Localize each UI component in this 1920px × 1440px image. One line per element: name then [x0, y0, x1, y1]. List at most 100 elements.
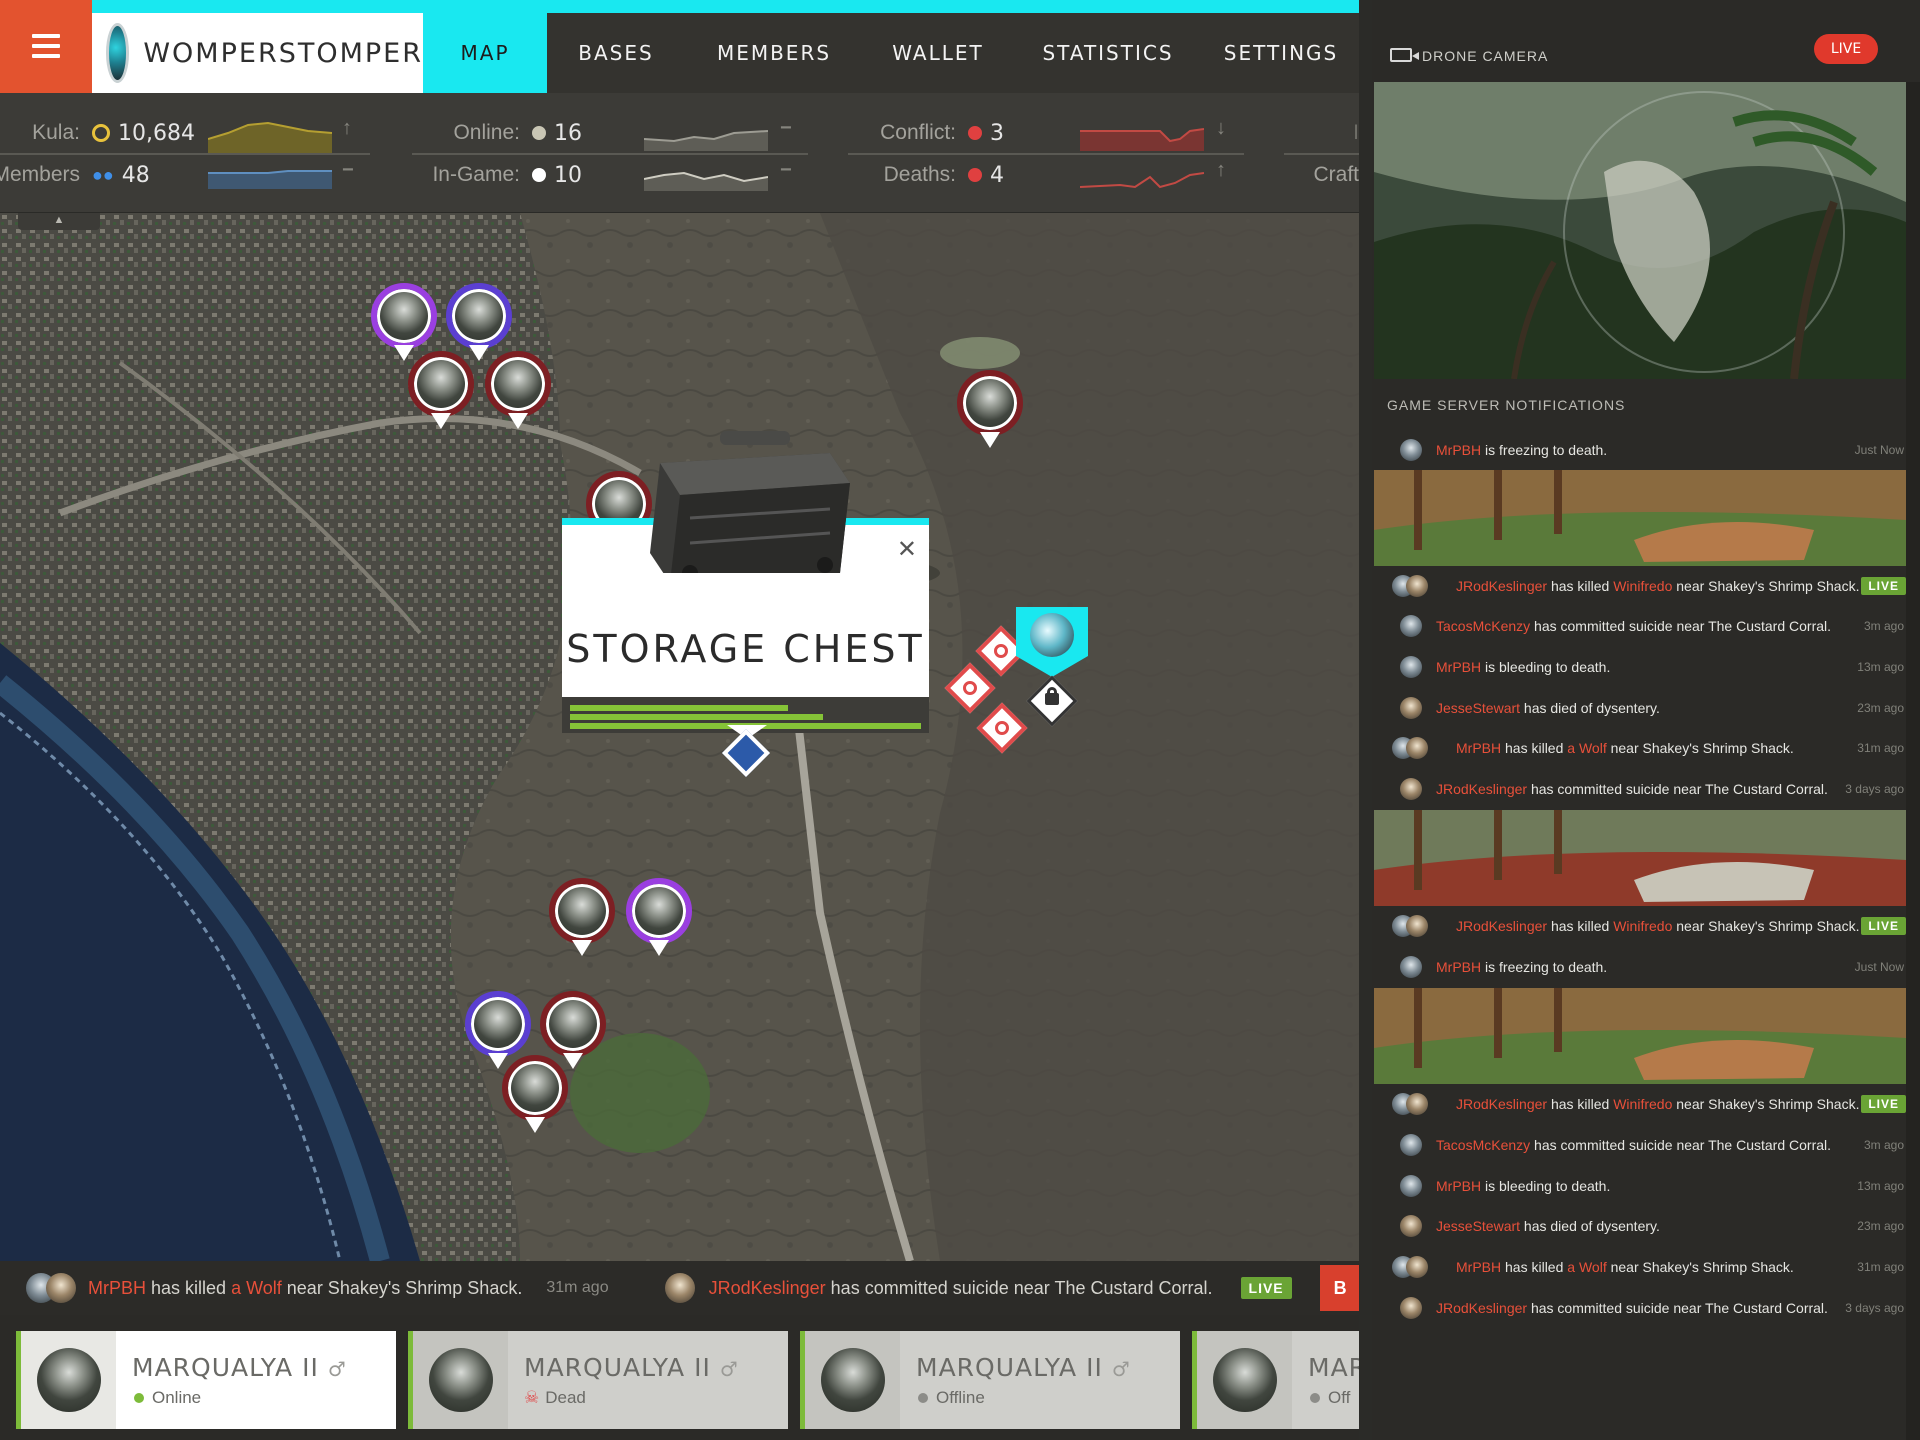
notification-item[interactable]: MrPBH has killed a Wolf near Shakey's Sh…: [1372, 1247, 1920, 1287]
close-icon[interactable]: ✕: [897, 535, 917, 564]
base-marker[interactable]: [1016, 607, 1088, 727]
notification-item[interactable]: TacosMcKenzy has committed suicide near …: [1372, 606, 1920, 646]
notification-item[interactable]: JRodKeslinger has committed suicide near…: [1372, 769, 1920, 809]
notification-item[interactable]: TacosMcKenzy has committed suicide near …: [1372, 1125, 1920, 1165]
tab-members[interactable]: MEMBERS: [685, 13, 863, 93]
notification-actor[interactable]: MrPBH: [1436, 442, 1481, 458]
live-badge[interactable]: LIVE: [1861, 1095, 1906, 1113]
tab-wallet[interactable]: WALLET: [863, 13, 1013, 93]
notification-item[interactable]: JesseStewart has died of dysentery. 23m a…: [1372, 1206, 1920, 1246]
ticker-actor[interactable]: MrPBH: [88, 1278, 146, 1299]
notification-item[interactable]: MrPBH is bleeding to death. 13m ago: [1372, 647, 1920, 687]
tab-map[interactable]: MAP: [423, 13, 547, 93]
member-pin[interactable]: [957, 370, 1023, 450]
notification-actor[interactable]: MrPBH: [1436, 1178, 1481, 1194]
notification-actor[interactable]: JRodKeslinger: [1456, 1096, 1547, 1112]
player-avatar: [1400, 656, 1422, 678]
members-sparkline: [208, 170, 332, 189]
notification-item[interactable]: JRodKeslinger has committed suicide near…: [1372, 1288, 1920, 1328]
members-icon: ●●: [92, 164, 114, 185]
male-icon: ♂: [1111, 1356, 1131, 1381]
member-card[interactable]: MARQUALYA II ♂ Online: [16, 1331, 396, 1429]
notification-item[interactable]: MrPBH is bleeding to death. 13m ago: [1372, 1166, 1920, 1206]
notification-actor[interactable]: JRodKeslinger: [1456, 578, 1547, 594]
live-badge[interactable]: LIVE: [1814, 34, 1878, 64]
notification-text: has committed suicide near The Custard C…: [1530, 618, 1832, 634]
notification-item[interactable]: MrPBH is freezing to death. Just Now: [1372, 430, 1920, 470]
notification-time: 3 days ago: [1845, 782, 1904, 796]
ingame-label: In-Game:: [432, 163, 520, 186]
player-avatar: [46, 1273, 76, 1303]
stat-group-online: Online: 16 In-Game: 10 − −: [412, 113, 808, 203]
notification-item[interactable]: JesseStewart has died of dysentery. 23m a…: [1372, 688, 1920, 728]
notification-target[interactable]: a Wolf: [1567, 740, 1606, 756]
notification-item[interactable]: JRodKeslinger has killed Winifredo near …: [1372, 566, 1920, 606]
player-avatar: [1400, 697, 1422, 719]
notification-item[interactable]: MrPBH has killed a Wolf near Shakey's Sh…: [1372, 728, 1920, 768]
notification-actor[interactable]: TacosMcKenzy: [1436, 618, 1530, 634]
notification-text: is bleeding to death.: [1481, 659, 1611, 675]
hamburger-menu-button[interactable]: [0, 0, 92, 93]
tab-settings[interactable]: SETTINGS: [1203, 13, 1359, 93]
kill-event-thumbnail[interactable]: [1374, 470, 1906, 566]
notification-target[interactable]: Winifredo: [1613, 578, 1672, 594]
members-label: Members:: [0, 163, 80, 186]
ticker-verb: has killed: [151, 1277, 227, 1298]
member-pin[interactable]: [502, 1055, 568, 1135]
notification-item[interactable]: JRodKeslinger has killed Winifredo near …: [1372, 1084, 1920, 1124]
brand-header[interactable]: WOMPERSTOMPER: [92, 13, 423, 93]
member-pin[interactable]: [626, 878, 692, 958]
member-card[interactable]: MARQUALYA II ♂ Offline: [800, 1331, 1180, 1429]
notification-actor[interactable]: MrPBH: [1436, 659, 1481, 675]
member-pin[interactable]: [485, 351, 551, 431]
notification-actor[interactable]: MrPBH: [1456, 1259, 1501, 1275]
notification-actor[interactable]: JRodKeslinger: [1436, 781, 1527, 797]
notification-actor[interactable]: JesseStewart: [1436, 1218, 1520, 1234]
ticker-item: MrPBH has killed a Wolf near Shakey's Sh…: [26, 1273, 609, 1303]
drone-camera-feed[interactable]: [1374, 82, 1906, 379]
tab-statistics[interactable]: STATISTICS: [1013, 13, 1203, 93]
live-badge[interactable]: LIVE: [1861, 917, 1906, 935]
member-card[interactable]: MAR Off: [1192, 1331, 1359, 1429]
map-view[interactable]: ✕ STORAGE CHEST: [0, 213, 1359, 1261]
live-badge[interactable]: LIVE: [1861, 577, 1906, 595]
online-label: Online:: [453, 121, 520, 144]
notification-actor[interactable]: TacosMcKenzy: [1436, 1137, 1530, 1153]
live-badge[interactable]: LIVE: [1240, 1277, 1292, 1299]
collapse-stats-button[interactable]: ▲: [18, 213, 100, 230]
app-root: { "brand": {"name": "WOMPERSTOMPER"}, "n…: [0, 0, 1920, 1440]
notification-item[interactable]: MrPBH is freezing to death. Just Now: [1372, 947, 1920, 987]
notification-text: has killed: [1501, 740, 1568, 756]
notification-actor[interactable]: JesseStewart: [1436, 700, 1520, 716]
notification-actor[interactable]: JRodKeslinger: [1456, 918, 1547, 934]
tab-bases[interactable]: BASES: [547, 13, 685, 93]
online-dot-icon: [532, 126, 546, 140]
member-card[interactable]: MARQUALYA II ♂ ☠ Dead: [408, 1331, 788, 1429]
notification-text: has killed: [1547, 918, 1614, 934]
member-name: MARQUALYA II ♂: [916, 1352, 1131, 1382]
notification-actor[interactable]: JRodKeslinger: [1436, 1300, 1527, 1316]
member-pin[interactable]: [549, 878, 615, 958]
kill-event-thumbnail[interactable]: [1374, 810, 1906, 906]
kill-event-thumbnail[interactable]: [1374, 988, 1906, 1084]
notification-text: has died of dysentery.: [1520, 700, 1660, 716]
stats-bar: Kula: 10,684 Members: ●● 48 ↑ − Online: …: [0, 93, 1359, 213]
notification-actor[interactable]: MrPBH: [1456, 740, 1501, 756]
member-pin[interactable]: [408, 351, 474, 431]
player-avatars: [1392, 1256, 1442, 1278]
notification-target[interactable]: a Wolf: [1567, 1259, 1606, 1275]
notification-text: has committed suicide near The Custard C…: [1530, 1137, 1832, 1153]
notification-actor[interactable]: MrPBH: [1436, 959, 1481, 975]
notification-target[interactable]: Winifredo: [1613, 1096, 1672, 1112]
player-avatar: [1400, 1175, 1422, 1197]
ticker-target[interactable]: a Wolf: [231, 1278, 282, 1299]
drone-camera-title: DRONE CAMERA: [1422, 48, 1549, 64]
ticker-actor[interactable]: JRodKeslinger: [709, 1278, 826, 1299]
notification-item[interactable]: JRodKeslinger has killed Winifredo near …: [1372, 906, 1920, 946]
skull-icon: ☠: [524, 1387, 540, 1407]
notification-time: 13m ago: [1857, 660, 1904, 674]
player-avatar: [1400, 615, 1422, 637]
sidebar-scrollbar[interactable]: [1906, 82, 1920, 1440]
notification-target[interactable]: Winifredo: [1613, 918, 1672, 934]
notification-text: is freezing to death.: [1481, 442, 1608, 458]
